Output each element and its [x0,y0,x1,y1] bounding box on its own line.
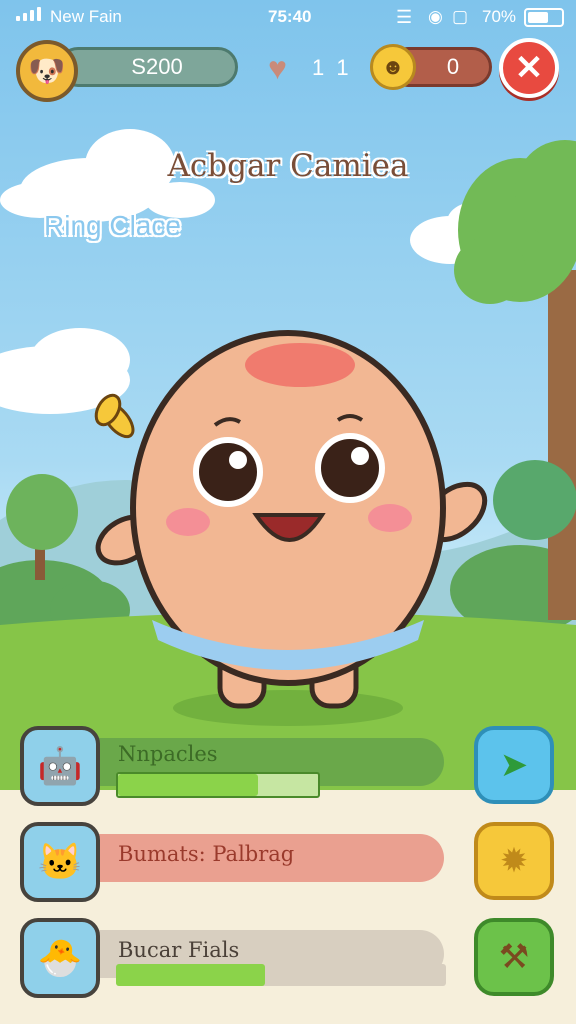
robot-icon: 🤖 [37,745,83,786]
character-right-eye [315,433,385,503]
cat-icon: 🐱 [37,841,83,882]
location-subtitle: Ring Clace [44,210,181,241]
character-shadow [173,690,403,726]
alarm-icon: ▢ [452,7,469,26]
carrier-name: New Fain [50,7,122,26]
task-progress-fill [116,964,265,986]
lock-icon: ◉ [428,7,443,26]
bird-icon: 🐣 [37,937,83,978]
hearts-count: 1 1 [312,55,352,80]
task-action-button[interactable]: ⚒ [474,918,554,996]
scenery-background [0,129,576,800]
task-label: Nnpacles [118,742,218,766]
task-avatar[interactable]: 🐣 [20,918,100,998]
task-bar: Bucar Fials [94,930,446,986]
task-row: Bumats: Palbrag 🐱 ✹ [0,822,576,908]
status-time: 75:40 [268,7,312,26]
arrow-icon: ➤ [499,746,529,784]
heart-icon: ♥ [268,50,287,86]
task-progress [116,964,446,986]
pet-name-title: Acbgar Camiea [167,148,409,184]
close-icon: ✕ [514,49,544,87]
task-progress-fill [118,774,258,796]
character-head-spot [245,343,355,387]
battery-icon [524,8,564,27]
coin-amount: S200 [131,54,183,79]
tree-right-mid [493,460,576,540]
game-screen: New Fain 75:40 ☰ ◉ ▢ 70% S200 🐶 ♥ 1 1 0 … [0,0,576,1024]
task-row: Nnpacles 🤖 ➤ [0,726,576,812]
wifi-icon: ☰ [396,7,413,27]
task-bar: Nnpacles [94,738,444,798]
mood-value: 0 [446,54,460,79]
coin-counter: S200 [58,47,238,87]
task-avatar[interactable]: 🤖 [20,726,100,806]
character-left-eye [193,437,263,507]
battery-percent: 70% [482,7,517,26]
tool-icon: ⚒ [498,938,530,976]
status-bar: New Fain 75:40 ☰ ◉ ▢ 70% [0,0,576,34]
character-left-cheek [166,508,210,536]
big-tree-trunk [548,270,576,620]
task-progress [116,772,320,798]
close-button[interactable]: ✕ [499,38,559,98]
task-avatar[interactable]: 🐱 [20,822,100,902]
task-action-button[interactable]: ➤ [474,726,554,804]
dog-face-icon: 🐶 [28,54,66,88]
task-bar: Bumats: Palbrag [94,834,444,882]
small-tree-left [6,474,78,550]
signal-icon [16,7,41,21]
task-row: Bucar Fials 🐣 ⚒ [0,918,576,1004]
smiley-icon: ☻ [370,44,416,90]
player-avatar[interactable]: 🐶 [16,40,78,102]
sun-icon: ✹ [499,842,529,880]
task-label: Bucar Fials [118,938,240,962]
task-action-button[interactable]: ✹ [474,822,554,900]
battery-fill [528,12,548,23]
task-label: Bumats: Palbrag [118,842,295,866]
character-right-cheek [368,504,412,532]
